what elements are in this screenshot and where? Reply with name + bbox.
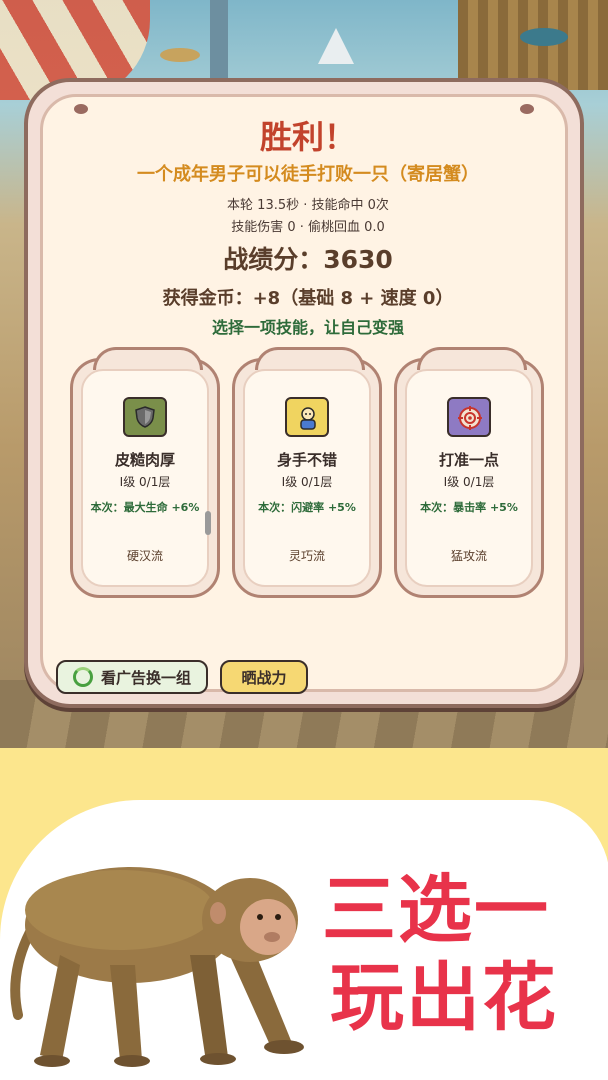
skill-style: 硬汉流 <box>126 549 163 563</box>
skill-style: 灵巧流 <box>288 549 325 563</box>
skill-name: 身手不错 <box>276 451 337 469</box>
round-stats-line1: 本轮 13.5秒 · 技能命中 0次 <box>227 198 389 213</box>
skill-name: 打准一点 <box>438 451 499 469</box>
reroll-label: 看广告换一组 <box>100 668 191 687</box>
agile-person-icon <box>285 397 329 437</box>
round-stats-line2: 技能伤害 0 · 偷桃回血 0.0 <box>231 220 385 235</box>
skill-level: I级 0/1层 <box>281 475 333 489</box>
skill-level: I级 0/1层 <box>443 475 495 489</box>
skill-card-aim[interactable]: 打准一点 I级 0/1层 本次：暴击率 +5% 猛攻流 <box>394 347 544 598</box>
coins-earned: 获得金币：+8（基础 8 + 速度 0） <box>162 288 454 309</box>
skill-effect: 本次：闪避率 +5% <box>258 501 356 514</box>
slogan-line2: 玩出花 <box>330 955 558 1041</box>
skill-effect: 本次：最大生命 +6% <box>90 501 200 514</box>
window-frame <box>210 0 228 80</box>
skill-card-tough-skin[interactable]: 皮糙肉厚 I级 0/1层 本次：最大生命 +6% 硬汉流 <box>70 347 220 598</box>
victory-title: 胜利！ <box>259 118 356 156</box>
victory-panel: 胜利！ 一个成年男子可以徒手打败一只（寄居蟹） 本轮 13.5秒 · 技能命中 … <box>24 78 584 708</box>
skill-effect: 本次：暴击率 +5% <box>420 501 518 514</box>
promo-banner: 三选一 玩出花 <box>0 760 608 1080</box>
choose-skill-prompt: 选择一项技能，让自己变强 <box>211 318 404 337</box>
watch-ad-reroll-button[interactable]: 看广告换一组 <box>56 660 208 694</box>
share-label: 晒战力 <box>241 668 287 687</box>
island-picture <box>160 48 200 62</box>
skill-level: I级 0/1层 <box>119 475 171 489</box>
skill-name: 皮糙肉厚 <box>114 451 175 469</box>
share-power-button[interactable]: 晒战力 <box>220 660 308 694</box>
victory-subtitle: 一个成年男子可以徒手打败一只（寄居蟹） <box>137 164 479 185</box>
shield-icon <box>123 397 167 437</box>
target-icon <box>447 397 491 437</box>
recycle-icon <box>72 667 93 687</box>
monkey-illustration <box>10 867 304 1067</box>
boat-picture <box>318 28 354 64</box>
fish-sign <box>520 28 568 46</box>
skill-card-nimble[interactable]: 身手不错 I级 0/1层 本次：闪避率 +5% 灵巧流 <box>232 347 382 598</box>
scrollbar-thumb[interactable] <box>205 511 211 535</box>
battle-score: 战绩分：3630 <box>223 245 393 274</box>
skill-style: 猛攻流 <box>450 549 487 563</box>
